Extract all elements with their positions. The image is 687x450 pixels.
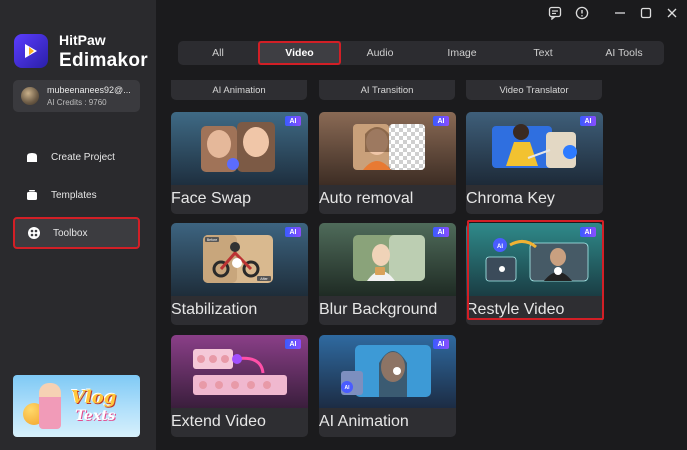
avatar: [21, 87, 39, 105]
sidebar-item-create-project[interactable]: Create Project: [13, 141, 140, 173]
promo-character: [39, 383, 61, 429]
tool-card-extend-video[interactable]: AI Extend Video: [171, 335, 308, 437]
tool-card-label: Blur Background: [319, 301, 438, 318]
tab-all[interactable]: All: [186, 41, 250, 65]
user-email: mubeenanees92@...: [47, 85, 131, 95]
tab-ai-tools[interactable]: AI Tools: [592, 41, 656, 65]
tool-card-label: Stabilization: [171, 301, 258, 318]
feedback-icon[interactable]: [548, 6, 562, 21]
before-tag: Before: [207, 238, 217, 242]
tool-grid: AI Animation AI Transition Video Transla…: [156, 80, 687, 450]
user-account-card[interactable]: mubeenanees92@... AI Credits : 9760: [13, 80, 140, 112]
ai-badge: AI: [580, 116, 596, 126]
tab-text[interactable]: Text: [511, 41, 575, 65]
minimize-icon[interactable]: [613, 6, 627, 20]
create-project-icon: [27, 153, 37, 162]
tool-card-blur-background[interactable]: AI Blur Background: [319, 223, 456, 325]
tool-card-ai-animation-top[interactable]: AI Animation: [171, 80, 307, 100]
tool-card-ai-transition[interactable]: AI Transition: [319, 80, 455, 100]
sidebar-item-label: Create Project: [51, 151, 115, 163]
tool-card-face-swap[interactable]: AI Face Swap: [171, 112, 308, 214]
brand-name-bottom: Edimakor: [59, 50, 148, 71]
maximize-icon[interactable]: [639, 6, 653, 20]
ai-badge: AI: [433, 227, 449, 237]
restyle-video-highlight-box: [467, 220, 604, 320]
sidebar: HitPaw Edimakor mubeenanees92@... AI Cre…: [0, 0, 156, 450]
tool-card-ai-animation[interactable]: AI AI AI Animation: [319, 335, 456, 437]
ai-badge: AI: [285, 116, 301, 126]
ai-badge: AI: [433, 339, 449, 349]
tab-video[interactable]: Video: [258, 41, 341, 65]
tool-card-video-translator[interactable]: Video Translator: [466, 80, 602, 100]
ai-credits: AI Credits : 9760: [47, 98, 107, 107]
brand-name-top: HitPaw: [59, 32, 106, 48]
info-icon[interactable]: [575, 6, 589, 20]
tool-card-chroma-key[interactable]: AI Chroma Key: [466, 112, 603, 214]
toolbox-icon: [28, 227, 40, 239]
templates-icon: [27, 190, 37, 200]
sidebar-item-label: Toolbox: [53, 227, 88, 239]
promo-title-line2: Texts: [75, 408, 116, 424]
tab-audio[interactable]: Audio: [348, 41, 412, 65]
tab-image[interactable]: Image: [430, 41, 494, 65]
tool-card-label: Face Swap: [171, 190, 252, 207]
vlog-texts-promo-banner[interactable]: Vlog Texts: [13, 375, 140, 437]
close-icon[interactable]: [665, 6, 679, 20]
tool-card-label: Auto removal: [319, 190, 414, 207]
tool-card-label: Chroma Key: [466, 190, 555, 207]
promo-title-line1: Vlog: [71, 387, 117, 408]
after-tag: After: [260, 277, 268, 281]
app-logo-icon: [14, 34, 48, 68]
tool-card-label: AI Animation: [319, 413, 409, 430]
ai-badge: AI: [285, 227, 301, 237]
ai-animation-ai-mark: AI: [345, 385, 351, 391]
category-tabs: All Video Audio Image Text AI Tools: [178, 41, 664, 65]
sidebar-item-label: Templates: [51, 189, 97, 201]
tool-card-label: Extend Video: [171, 413, 266, 430]
ai-badge: AI: [285, 339, 301, 349]
sidebar-item-templates[interactable]: Templates: [13, 179, 140, 211]
ai-badge: AI: [433, 116, 449, 126]
tool-card-stabilization[interactable]: Before After AI Stabilization: [171, 223, 308, 325]
sidebar-item-toolbox[interactable]: Toolbox: [13, 217, 140, 249]
tool-card-auto-removal[interactable]: AI Auto removal: [319, 112, 456, 214]
